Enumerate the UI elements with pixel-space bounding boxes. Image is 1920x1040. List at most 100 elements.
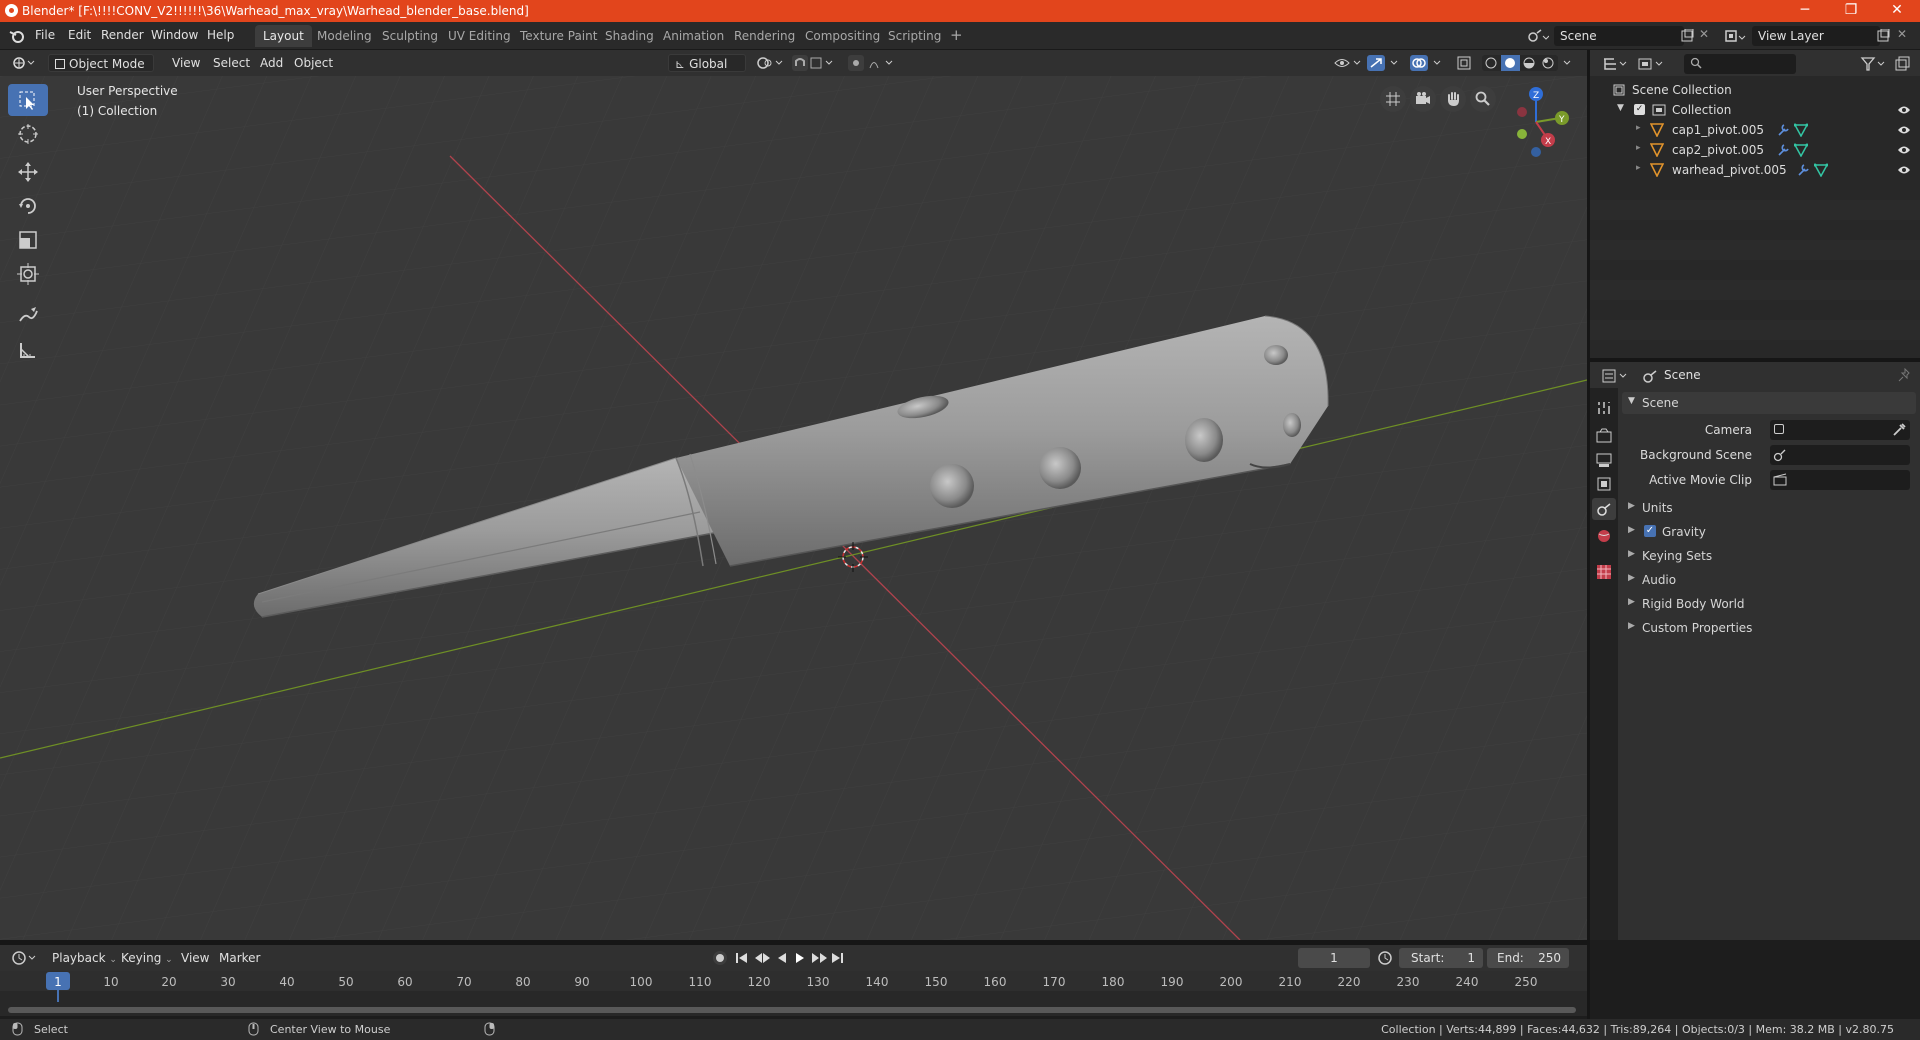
menu-edit[interactable]: Edit [68, 28, 91, 42]
timeline-menu-view[interactable]: View [175, 949, 215, 967]
camera-view-button[interactable] [1410, 86, 1436, 112]
viewport-menu-select[interactable]: Select [207, 54, 256, 72]
end-frame-field[interactable]: End: 250 [1487, 948, 1569, 968]
outliner-row-collection[interactable]: ▼ ✓ Collection [1590, 100, 1920, 120]
eye-icon[interactable] [1897, 125, 1911, 135]
rigid-body-world-panel-header[interactable]: ▶ Rigid Body World [1622, 594, 1916, 614]
modifier-wrench-icon[interactable] [1796, 163, 1810, 177]
transform-orientation-dropdown[interactable]: ⊾ Global [668, 54, 746, 72]
next-keyframe-icon[interactable] [812, 953, 827, 963]
gizmo-neg-y-axis[interactable] [1517, 129, 1527, 139]
start-frame-field[interactable]: Start: 1 [1399, 948, 1483, 968]
gizmo-toggle-icon[interactable] [1367, 55, 1403, 71]
jump-start-icon[interactable] [736, 953, 747, 963]
background-scene-field[interactable] [1770, 445, 1910, 465]
view-layer-browse-icon[interactable] [1725, 28, 1747, 44]
timeline-menu-keying[interactable]: Keying ⌄ [115, 949, 179, 967]
outliner-row-object[interactable]: ▸ warhead_pivot.005 [1590, 160, 1920, 180]
snap-icon[interactable] [792, 55, 838, 71]
mesh-data-icon[interactable] [1794, 123, 1808, 137]
annotate-tool[interactable] [8, 300, 48, 332]
keying-sets-panel-header[interactable]: ▶ Keying Sets [1622, 546, 1916, 566]
prev-keyframe-icon[interactable] [755, 953, 770, 963]
select-box-tool[interactable] [8, 84, 48, 116]
xray-toggle-icon[interactable] [1456, 55, 1472, 71]
gizmo-neg-x-axis[interactable] [1517, 107, 1527, 117]
custom-properties-panel-header[interactable]: ▶ Custom Properties [1622, 618, 1916, 638]
new-view-layer-icon[interactable] [1876, 29, 1890, 43]
eye-icon[interactable] [1897, 165, 1911, 175]
overlays-toggle-icon[interactable] [1410, 55, 1446, 71]
outliner-row-object[interactable]: ▸ cap2_pivot.005 [1590, 140, 1920, 160]
menu-help[interactable]: Help [207, 28, 234, 42]
outliner-row-scene-collection[interactable]: Scene Collection [1590, 80, 1920, 100]
new-scene-icon[interactable] [1680, 29, 1694, 43]
collection-checkbox[interactable]: ✓ [1634, 104, 1645, 115]
audio-panel-header[interactable]: ▶ Audio [1622, 570, 1916, 590]
gravity-panel-header[interactable]: ▶ ✓ Gravity [1622, 522, 1916, 542]
eye-icon[interactable] [1897, 105, 1911, 115]
view-layer-field[interactable]: View Layer [1752, 26, 1880, 46]
preview-range-icon[interactable] [1377, 950, 1393, 966]
toggle-ortho-button[interactable] [1380, 86, 1406, 112]
mesh-data-icon[interactable] [1794, 143, 1808, 157]
modifier-wrench-icon[interactable] [1776, 143, 1790, 157]
minimize-button[interactable]: ─ [1782, 0, 1828, 22]
outliner-row-object[interactable]: ▸ cap1_pivot.005 [1590, 120, 1920, 140]
expand-arrow-icon[interactable]: ▼ [1617, 103, 1624, 113]
timeline-scrollbar[interactable] [8, 1007, 1576, 1013]
mode-dropdown[interactable]: Object Mode [48, 54, 154, 72]
timeline-menu-marker[interactable]: Marker [213, 949, 266, 967]
shading-rendered-icon[interactable] [1539, 55, 1558, 71]
shading-material-icon[interactable] [1520, 55, 1539, 71]
visibility-icon[interactable] [1333, 55, 1363, 71]
tab-shading[interactable]: Shading [597, 25, 662, 47]
pin-icon[interactable] [1898, 368, 1912, 382]
move-tool[interactable] [8, 156, 48, 188]
eye-icon[interactable] [1897, 145, 1911, 155]
outliner-editor-type-icon[interactable] [1602, 56, 1630, 72]
timeline-editor-type-icon[interactable] [12, 950, 38, 966]
current-frame-field[interactable]: 1 [1298, 948, 1370, 968]
display-mode-icon[interactable] [1638, 56, 1666, 72]
texture-tab-icon[interactable] [1596, 564, 1612, 580]
cursor-tool[interactable] [8, 118, 48, 150]
jump-end-icon[interactable] [832, 953, 843, 963]
menu-render[interactable]: Render [101, 28, 144, 42]
viewport-menu-view[interactable]: View [166, 54, 206, 72]
new-collection-icon[interactable] [1894, 56, 1910, 72]
expand-arrow-icon[interactable]: ▸ [1636, 163, 1641, 173]
pivot-point-icon[interactable] [756, 56, 786, 70]
output-tab-icon[interactable] [1596, 452, 1612, 468]
scene-field[interactable]: Scene [1554, 26, 1684, 46]
tab-sculpting[interactable]: Sculpting [374, 25, 446, 47]
viewport-menu-add[interactable]: Add [254, 54, 289, 72]
record-button[interactable] [713, 951, 727, 965]
tab-texture-paint[interactable]: Texture Paint [512, 25, 605, 47]
tab-uv-editing[interactable]: UV Editing [440, 25, 519, 47]
delete-view-layer-icon[interactable]: ✕ [1897, 27, 1907, 41]
gizmo-neg-z-axis[interactable] [1531, 147, 1541, 157]
world-tab-icon[interactable] [1596, 528, 1612, 544]
shading-wireframe-icon[interactable] [1482, 55, 1501, 71]
expand-arrow-icon[interactable]: ▸ [1636, 123, 1641, 133]
tab-scripting[interactable]: Scripting [880, 25, 949, 47]
measure-tool[interactable] [8, 334, 48, 366]
render-tab-icon[interactable] [1596, 428, 1612, 444]
scene-browse-icon[interactable] [1527, 28, 1549, 44]
tab-rendering[interactable]: Rendering [726, 25, 803, 47]
eyedropper-icon[interactable] [1892, 423, 1906, 437]
pan-view-button[interactable] [1440, 86, 1466, 112]
tool-settings-tab-icon[interactable] [1596, 400, 1612, 416]
transform-tool[interactable] [8, 258, 48, 290]
navigation-gizmo[interactable]: Z Y X [1490, 82, 1570, 162]
scale-tool[interactable] [8, 224, 48, 256]
blender-menu-icon[interactable] [9, 29, 25, 43]
close-button[interactable]: ✕ [1874, 0, 1920, 22]
play-icon[interactable] [796, 953, 804, 963]
properties-editor-type-icon[interactable] [1602, 368, 1630, 384]
menu-file[interactable]: File [35, 28, 55, 42]
timeline[interactable]: 1 10 20 30 40 50 60 70 80 90 100 110 120… [0, 971, 1587, 1016]
viewport-menu-object[interactable]: Object [288, 54, 339, 72]
scene-tab[interactable] [1592, 498, 1616, 520]
